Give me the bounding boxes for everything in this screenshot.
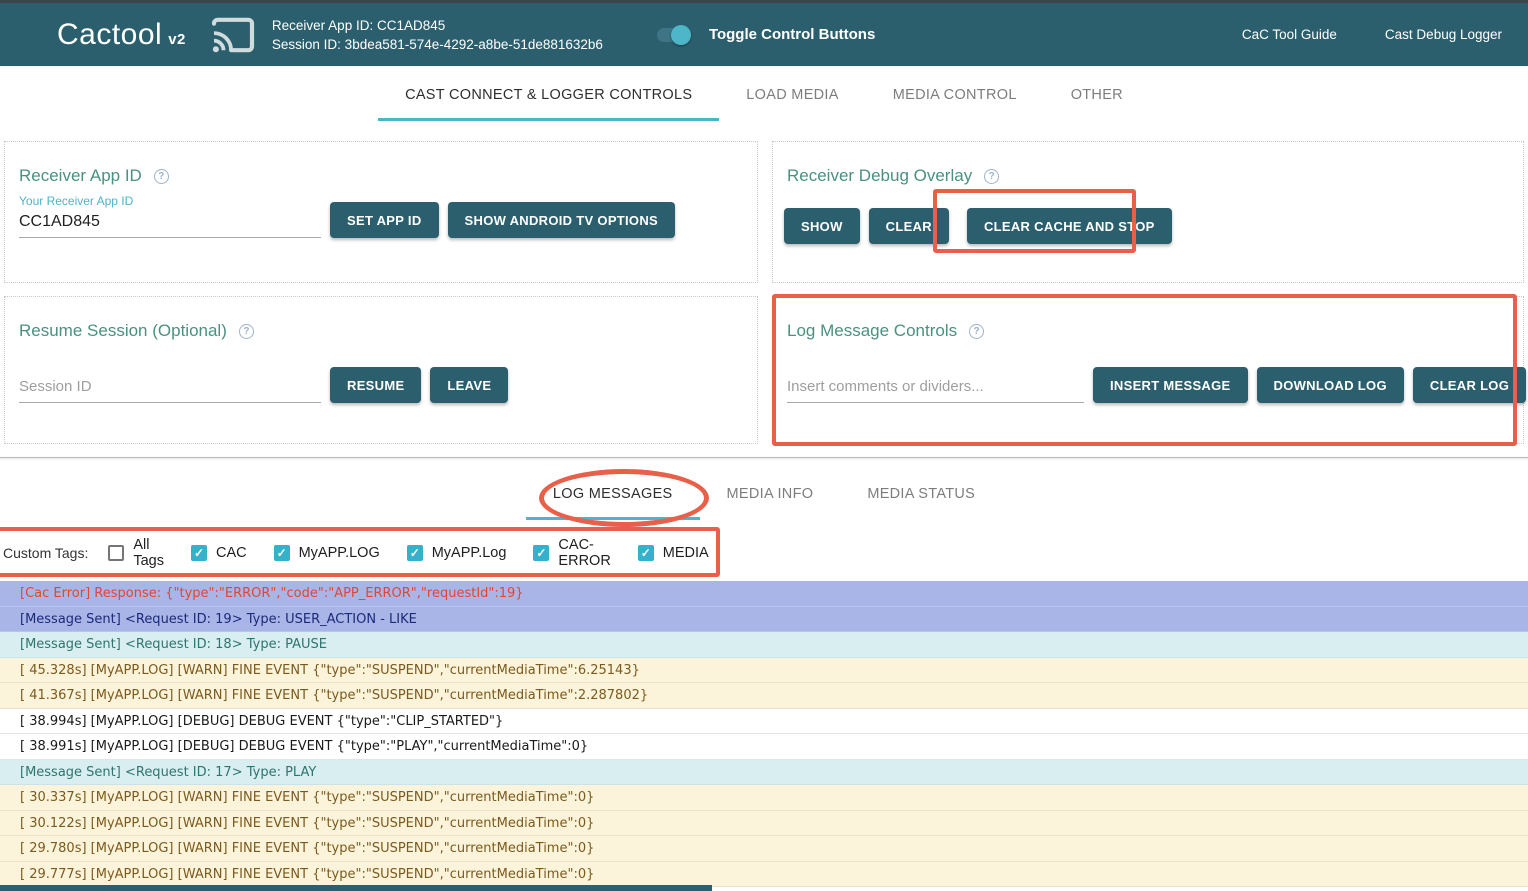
panel-resume-session: Resume Session (Optional) ? RESUMELEAVE	[4, 296, 758, 444]
checkbox-checked-icon[interactable]: ✓	[638, 545, 654, 561]
tab-media-info[interactable]: MEDIA INFO	[700, 471, 841, 520]
checkbox-checked-icon[interactable]: ✓	[274, 545, 290, 561]
download-log-button[interactable]: DOWNLOAD LOG	[1257, 367, 1404, 403]
leave-button[interactable]: LEAVE	[430, 367, 508, 403]
app-title: Cactool v2	[57, 18, 186, 52]
receiver-app-id-input[interactable]	[19, 210, 321, 238]
help-icon[interactable]: ?	[984, 169, 999, 184]
show-android-tv-options-button[interactable]: SHOW ANDROID TV OPTIONS	[448, 202, 675, 238]
tag-filter-all-tags[interactable]: All Tags	[108, 537, 164, 569]
checkbox-checked-icon[interactable]: ✓	[533, 545, 549, 561]
clear-log-button[interactable]: CLEAR LOG	[1413, 367, 1526, 403]
checkbox-unchecked-icon[interactable]	[108, 545, 124, 561]
custom-tags-row: Custom Tags: All Tags ✓ CAC ✓ MyAPP.LOG ✓ MyAP…	[0, 528, 730, 577]
cast-icon	[210, 16, 256, 54]
log-message-list: [Cac Error] Response: {"type":"ERROR","c…	[0, 581, 1528, 887]
app-header: Cactool v2 Receiver App ID: CC1AD845 Ses…	[0, 3, 1528, 66]
log-row-warn: [ 30.337s] [MyAPP.LOG] [WARN] FINE EVENT…	[0, 785, 1528, 811]
cactool-app: Cactool v2 Receiver App ID: CC1AD845 Ses…	[0, 0, 1528, 891]
tag-label: MyAPP.Log	[432, 545, 507, 561]
toggle-knob	[671, 25, 691, 45]
tag-label: CAC	[216, 545, 247, 561]
resume-button[interactable]: RESUME	[330, 367, 421, 403]
log-row-sent-secondary: [Message Sent] <Request ID: 17> Type: PL…	[0, 760, 1528, 786]
help-icon[interactable]: ?	[969, 324, 984, 339]
panel-title: Log Message Controls	[787, 321, 957, 341]
log-tab-bar: LOG MESSAGESMEDIA INFOMEDIA STATUS	[0, 471, 1528, 520]
window-top-strip	[0, 0, 1528, 3]
tag-filter-cac[interactable]: ✓ CAC	[191, 545, 247, 561]
log-row-sent-secondary: [Message Sent] <Request ID: 18> Type: PA…	[0, 632, 1528, 658]
custom-tags-label: Custom Tags:	[3, 545, 88, 561]
session-id-text: Session ID: 3bdea581-574e-4292-a8be-51de…	[272, 35, 603, 54]
log-row-warn: [ 45.328s] [MyAPP.LOG] [WARN] FINE EVENT…	[0, 658, 1528, 684]
clear-cache-and-stop-button[interactable]: CLEAR CACHE AND STOP	[967, 208, 1172, 244]
checkbox-checked-icon[interactable]: ✓	[191, 545, 207, 561]
panel-title-row: Receiver App ID ?	[19, 166, 743, 186]
log-row-warn: [ 29.780s] [MyAPP.LOG] [WARN] FINE EVENT…	[0, 836, 1528, 862]
section-divider	[0, 457, 1528, 458]
panel-title-row: Resume Session (Optional) ?	[19, 321, 743, 341]
link-cast-debug-logger[interactable]: Cast Debug Logger	[1385, 27, 1502, 42]
tab-other[interactable]: OTHER	[1044, 72, 1150, 121]
toggle-label: Toggle Control Buttons	[709, 26, 875, 43]
app-version: v2	[168, 31, 186, 48]
panel-title-row: Log Message Controls ?	[787, 321, 1509, 341]
tag-filter-myapp-log[interactable]: ✓ MyAPP.Log	[407, 545, 507, 561]
tab-load-media[interactable]: LOAD MEDIA	[719, 72, 865, 121]
tag-label: MEDIA	[663, 545, 709, 561]
link-cac-tool-guide[interactable]: CaC Tool Guide	[1242, 27, 1337, 42]
log-row-sent-primary: [Message Sent] <Request ID: 19> Type: US…	[0, 607, 1528, 633]
cast-session-info: Receiver App ID: CC1AD845 Session ID: 3b…	[272, 16, 603, 54]
checkbox-checked-icon[interactable]: ✓	[407, 545, 423, 561]
control-buttons-toggle[interactable]	[657, 25, 691, 45]
receiver-app-id-text: Receiver App ID: CC1AD845	[272, 16, 603, 35]
tag-filter-myapp-log[interactable]: ✓ MyAPP.LOG	[274, 545, 380, 561]
panel-title: Resume Session (Optional)	[19, 321, 227, 341]
log-comment-input[interactable]	[787, 375, 1084, 403]
panel-log-message-controls: Log Message Controls ? INSERT MESSAGEDOW…	[772, 296, 1524, 444]
help-icon[interactable]: ?	[154, 169, 169, 184]
receiver-app-id-input-label: Your Receiver App ID	[19, 194, 321, 208]
main-tab-bar: CAST CONNECT & LOGGER CONTROLSLOAD MEDIA…	[0, 72, 1528, 121]
bottom-teal-bar	[0, 885, 712, 891]
log-row-warn: [ 29.777s] [MyAPP.LOG] [WARN] FINE EVENT…	[0, 862, 1528, 888]
panel-title: Receiver App ID	[19, 166, 142, 186]
panel-receiver-app-id: Receiver App ID ? Your Receiver App ID S…	[4, 141, 758, 283]
show-button[interactable]: SHOW	[784, 208, 860, 244]
session-id-input[interactable]	[19, 375, 321, 403]
tag-filter-media[interactable]: ✓ MEDIA	[638, 545, 709, 561]
log-row-warn: [ 41.367s] [MyAPP.LOG] [WARN] FINE EVENT…	[0, 683, 1528, 709]
log-row-warn: [ 30.122s] [MyAPP.LOG] [WARN] FINE EVENT…	[0, 811, 1528, 837]
set-app-id-button[interactable]: SET APP ID	[330, 202, 439, 238]
help-icon[interactable]: ?	[239, 324, 254, 339]
clear-button[interactable]: CLEAR	[869, 208, 949, 244]
tab-log-messages[interactable]: LOG MESSAGES	[526, 471, 700, 520]
log-row-debug: [ 38.991s] [MyAPP.LOG] [DEBUG] DEBUG EVE…	[0, 734, 1528, 760]
insert-message-button[interactable]: INSERT MESSAGE	[1093, 367, 1248, 403]
tag-label: CAC-ERROR	[558, 537, 610, 569]
tab-media-status[interactable]: MEDIA STATUS	[840, 471, 1002, 520]
tab-cast-connect-logger-controls[interactable]: CAST CONNECT & LOGGER CONTROLS	[378, 72, 719, 121]
tag-label: MyAPP.LOG	[299, 545, 380, 561]
panel-receiver-debug-overlay: Receiver Debug Overlay ? SHOWCLEAR CLEAR …	[772, 141, 1524, 283]
app-title-text: Cactool	[57, 18, 162, 52]
log-row-error: [Cac Error] Response: {"type":"ERROR","c…	[0, 581, 1528, 607]
tab-media-control[interactable]: MEDIA CONTROL	[866, 72, 1044, 121]
panel-title-row: Receiver Debug Overlay ?	[787, 166, 1509, 186]
tag-filter-cac-error[interactable]: ✓ CAC-ERROR	[533, 537, 610, 569]
log-row-debug: [ 38.994s] [MyAPP.LOG] [DEBUG] DEBUG EVE…	[0, 709, 1528, 735]
panel-title: Receiver Debug Overlay	[787, 166, 972, 186]
tag-label: All Tags	[133, 537, 164, 569]
